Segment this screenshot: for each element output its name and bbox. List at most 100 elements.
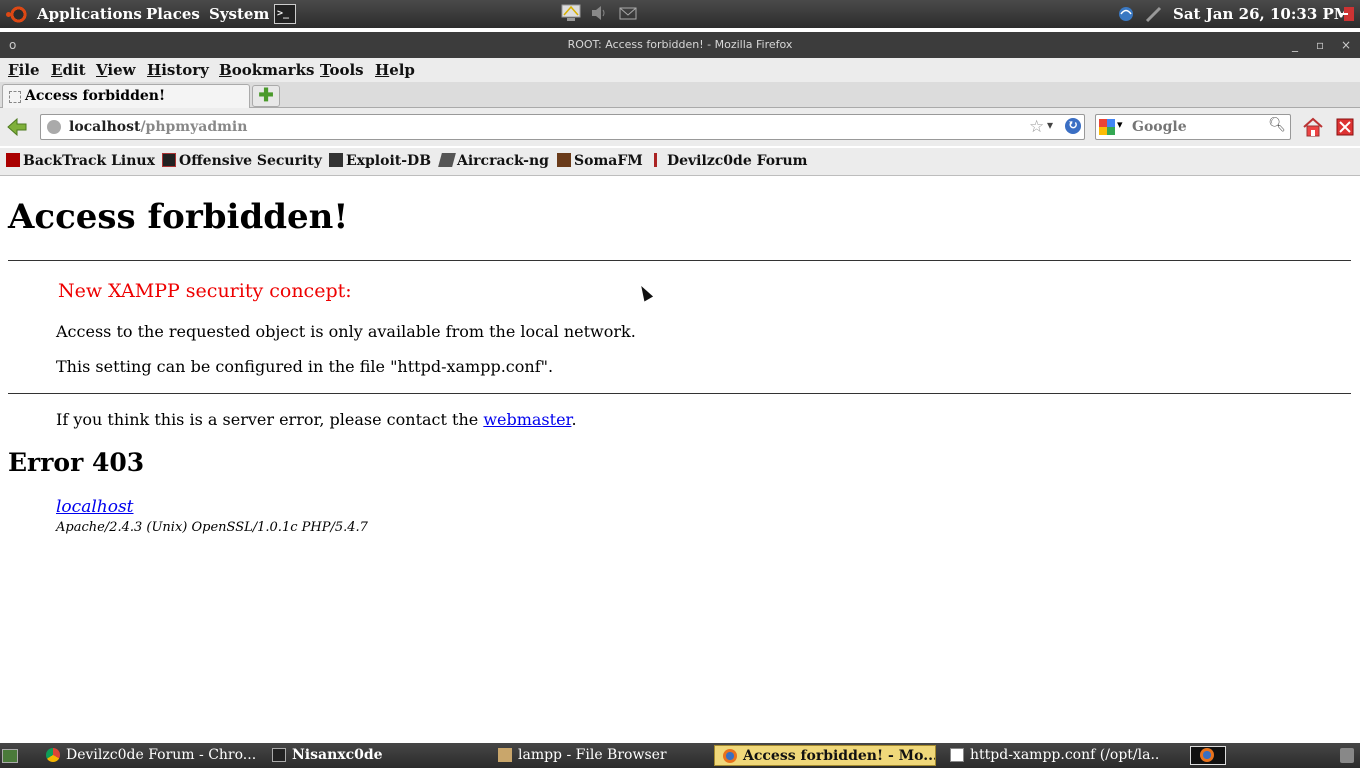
navigation-toolbar: localhost/phpmyadmin ☆ ▾ ↻ ▾ 🔍︎	[0, 108, 1360, 146]
google-engine-icon[interactable]	[1099, 119, 1115, 135]
menu-bookmarks[interactable]: Bookmarks	[219, 61, 314, 79]
tab-access-forbidden[interactable]: Access forbidden!	[2, 84, 250, 109]
search-bar: ▾ 🔍︎	[1095, 114, 1291, 140]
ubuntu-logo-icon[interactable]	[6, 4, 29, 25]
mouse-cursor-icon	[636, 283, 654, 302]
mail-icon[interactable]	[618, 4, 638, 22]
taskbar: Devilzc0de Forum - Chro... Nisanxc0de la…	[0, 743, 1360, 768]
logout-icon[interactable]	[1338, 5, 1358, 23]
top-panel: Applications Places System >_ Sat Jan 26…	[0, 0, 1360, 28]
url-host: localhost	[69, 119, 141, 135]
access-message: Access to the requested object is only a…	[56, 322, 636, 341]
bookmark-label: Offensive Security	[179, 153, 322, 169]
reload-icon[interactable]: ↻	[1065, 118, 1081, 134]
volume-icon[interactable]	[589, 4, 609, 22]
bookmark-devilzc0de[interactable]: Devilzc0de Forum	[654, 153, 808, 169]
menubar: File Edit View History Bookmarks Tools H…	[0, 58, 1360, 82]
places-menu[interactable]: Places	[146, 5, 200, 23]
offsec-icon	[162, 153, 176, 167]
task-firefox[interactable]: Access forbidden! - Mo...	[714, 745, 936, 766]
bookmark-label: BackTrack Linux	[23, 153, 155, 169]
bookmark-somafm[interactable]: SomaFM	[557, 153, 643, 169]
search-input[interactable]	[1132, 118, 1262, 136]
stop-icon[interactable]	[1336, 118, 1354, 136]
aircrack-icon	[438, 153, 456, 167]
search-icon[interactable]: 🔍︎	[1268, 117, 1286, 133]
menu-tools[interactable]: Tools	[320, 61, 364, 79]
trash-icon[interactable]	[1340, 748, 1354, 763]
home-icon[interactable]	[1302, 117, 1324, 137]
task-label: httpd-xampp.conf (/opt/la...	[970, 747, 1160, 763]
bookmark-aircrack-ng[interactable]: Aircrack-ng	[438, 153, 549, 169]
url-path: /phpmyadmin	[140, 119, 248, 135]
config-message: This setting can be configured in the fi…	[56, 357, 554, 376]
maximize-icon[interactable]: ▫	[1316, 32, 1324, 58]
bookmark-star-icon[interactable]: ☆	[1029, 117, 1044, 137]
error-code-heading: Error 403	[8, 448, 145, 477]
menu-history[interactable]: History	[147, 61, 209, 79]
backtrack-icon	[6, 153, 20, 167]
chrome-icon	[46, 748, 60, 762]
page-title: Access forbidden!	[8, 197, 349, 237]
somafm-icon	[557, 153, 571, 167]
localhost-link[interactable]: localhost	[56, 497, 134, 517]
workspace-switcher[interactable]	[1190, 746, 1226, 765]
task-chrome[interactable]: Devilzc0de Forum - Chro...	[38, 745, 256, 766]
display-icon[interactable]	[561, 4, 581, 22]
applications-menu[interactable]: Applications	[37, 5, 142, 23]
divider	[8, 393, 1351, 394]
url-text[interactable]: localhost/phpmyadmin	[69, 119, 247, 135]
firefox-icon	[723, 749, 737, 763]
url-bar[interactable]: localhost/phpmyadmin ☆ ▾ ↻	[40, 114, 1085, 140]
contact-message: If you think this is a server error, ple…	[56, 410, 577, 429]
panel-clock[interactable]: Sat Jan 26, 10:33 PM	[1173, 5, 1350, 23]
network-icon[interactable]	[1116, 5, 1136, 23]
task-terminal[interactable]: Nisanxc0de	[264, 745, 482, 766]
show-desktop-icon[interactable]	[2, 749, 18, 763]
text-editor-icon	[950, 748, 964, 762]
webmaster-link[interactable]: webmaster	[483, 410, 571, 429]
bookmark-label: Aircrack-ng	[457, 153, 549, 169]
terminal-launcher-icon[interactable]: >_	[274, 4, 296, 24]
folder-icon	[498, 748, 512, 762]
terminal-icon	[272, 748, 286, 762]
plug-icon[interactable]	[1144, 5, 1164, 23]
task-label: Access forbidden! - Mo...	[743, 748, 936, 764]
page-content: Access forbidden! New XAMPP security con…	[0, 177, 1360, 743]
window-titlebar[interactable]: o ROOT: Access forbidden! - Mozilla Fire…	[0, 32, 1360, 58]
bookmark-label: SomaFM	[574, 153, 643, 169]
task-label: lampp - File Browser	[518, 747, 667, 763]
minimize-icon[interactable]: _	[1292, 32, 1298, 58]
bookmarks-toolbar: BackTrack Linux Offensive Security Explo…	[0, 148, 1360, 176]
task-label: Nisanxc0de	[292, 747, 383, 763]
menu-file[interactable]: File	[8, 61, 40, 79]
contact-period: .	[571, 410, 577, 429]
task-text-editor[interactable]: httpd-xampp.conf (/opt/la...	[942, 745, 1160, 766]
window-title: ROOT: Access forbidden! - Mozilla Firefo…	[567, 38, 793, 51]
contact-text: If you think this is a server error, ple…	[56, 410, 484, 429]
system-menu[interactable]: System	[209, 5, 269, 23]
devilzc0de-icon	[654, 153, 664, 167]
site-identity-icon[interactable]	[47, 120, 61, 134]
menu-edit[interactable]: Edit	[51, 61, 86, 79]
bookmark-offensive-security[interactable]: Offensive Security	[162, 153, 322, 169]
tab-label: Access forbidden!	[25, 88, 166, 104]
back-arrow-icon[interactable]	[6, 118, 28, 136]
divider	[8, 260, 1351, 261]
server-signature: Apache/2.4.3 (Unix) OpenSSL/1.0.1c PHP/5…	[56, 520, 368, 535]
engine-dropdown-icon[interactable]: ▾	[1117, 118, 1123, 131]
task-file-browser[interactable]: lampp - File Browser	[490, 745, 708, 766]
menu-help[interactable]: Help	[375, 61, 415, 79]
workspace-firefox-icon	[1200, 748, 1214, 762]
menu-view[interactable]: View	[96, 61, 136, 79]
bookmark-exploit-db[interactable]: Exploit-DB	[329, 153, 431, 169]
bookmark-label: Devilzc0de Forum	[667, 153, 808, 169]
url-dropdown-icon[interactable]: ▾	[1047, 118, 1053, 132]
window-menu-icon[interactable]: o	[9, 32, 16, 58]
close-window-icon[interactable]: ×	[1341, 32, 1351, 58]
security-concept-heading: New XAMPP security concept:	[58, 280, 352, 302]
task-label: Devilzc0de Forum - Chro...	[66, 747, 256, 763]
new-tab-button[interactable]: ✚	[252, 85, 280, 107]
bookmark-backtrack[interactable]: BackTrack Linux	[6, 153, 155, 169]
exploitdb-icon	[329, 153, 343, 167]
